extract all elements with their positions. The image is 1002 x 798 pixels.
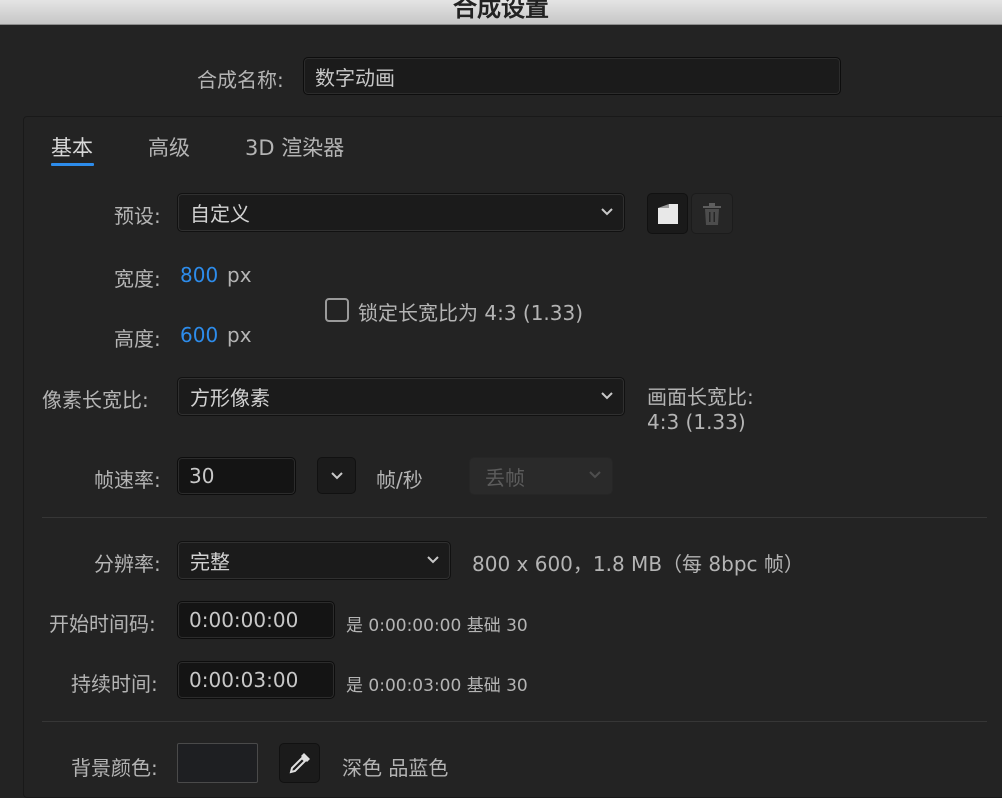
- frame-rate-dropdown-button[interactable]: [317, 457, 356, 494]
- resolution-dropdown[interactable]: 完整: [177, 541, 451, 580]
- tab-advanced[interactable]: 高级: [148, 132, 190, 162]
- frame-aspect-value: 4:3 (1.33): [647, 410, 746, 434]
- chevron-down-icon: [601, 391, 613, 399]
- tab-3d-renderer[interactable]: 3D 渲染器: [245, 132, 344, 162]
- trash-icon: [703, 202, 721, 225]
- tab-basic[interactable]: 基本: [51, 132, 93, 162]
- pixel-aspect-value: 方形像素: [190, 386, 270, 410]
- frame-rate-label: 帧速率:: [94, 468, 161, 492]
- width-label: 宽度:: [114, 267, 161, 291]
- duration-value: 0:00:03:00: [189, 668, 299, 692]
- resolution-value: 完整: [190, 550, 230, 574]
- chevron-down-icon: [427, 555, 439, 563]
- eyedropper-icon: [289, 753, 310, 774]
- lock-aspect-checkbox[interactable]: [325, 298, 349, 322]
- drop-frame-value: 丢帧: [485, 465, 525, 490]
- start-timecode-info: 是 0:00:00:00 基础 30: [346, 616, 528, 636]
- duration-input[interactable]: 0:00:03:00: [177, 661, 335, 699]
- background-color-swatch[interactable]: [177, 743, 258, 783]
- start-timecode-input[interactable]: 0:00:00:00: [177, 601, 335, 639]
- chevron-down-icon: [601, 207, 613, 215]
- duration-label: 持续时间:: [71, 672, 158, 696]
- delete-preset-button[interactable]: [691, 193, 733, 234]
- comp-name-input[interactable]: 数字动画: [303, 57, 841, 95]
- frame-rate-unit: 帧/秒: [376, 468, 423, 492]
- frame-rate-value: 30: [189, 464, 215, 488]
- resolution-info: 800 x 600，1.8 MB（每 8bpc 帧）: [472, 552, 804, 576]
- duration-info: 是 0:00:03:00 基础 30: [346, 676, 528, 696]
- save-preset-icon: [657, 203, 678, 224]
- chevron-down-icon: [589, 471, 601, 479]
- preset-value: 自定义: [190, 202, 250, 226]
- drop-frame-dropdown: 丢帧: [469, 457, 613, 495]
- eyedropper-button[interactable]: [279, 743, 320, 783]
- divider: [42, 517, 987, 518]
- width-value[interactable]: 800: [180, 263, 218, 287]
- active-tab-indicator: [51, 163, 94, 166]
- height-label: 高度:: [114, 327, 161, 351]
- frame-rate-input[interactable]: 30: [177, 457, 296, 495]
- preset-label: 预设:: [114, 204, 161, 228]
- start-timecode-label: 开始时间码:: [49, 612, 156, 636]
- height-unit: px: [227, 323, 252, 347]
- divider: [42, 721, 987, 722]
- comp-name-label: 合成名称:: [197, 68, 284, 92]
- preset-dropdown[interactable]: 自定义: [177, 193, 625, 232]
- window-title: 合成设置: [453, 0, 549, 22]
- frame-aspect-label: 画面长宽比:: [647, 385, 754, 409]
- save-preset-button[interactable]: [647, 193, 688, 234]
- pixel-aspect-label: 像素长宽比:: [42, 388, 149, 412]
- comp-name-value: 数字动画: [315, 65, 395, 90]
- chevron-down-icon: [330, 471, 343, 479]
- width-unit: px: [227, 263, 252, 287]
- lock-aspect-label[interactable]: 锁定长宽比为 4:3 (1.33): [358, 297, 583, 326]
- start-timecode-value: 0:00:00:00: [189, 608, 299, 632]
- height-value[interactable]: 600: [180, 323, 218, 347]
- pixel-aspect-dropdown[interactable]: 方形像素: [177, 377, 625, 416]
- window-titlebar: 合成设置: [0, 0, 1002, 25]
- resolution-label: 分辨率:: [94, 552, 161, 576]
